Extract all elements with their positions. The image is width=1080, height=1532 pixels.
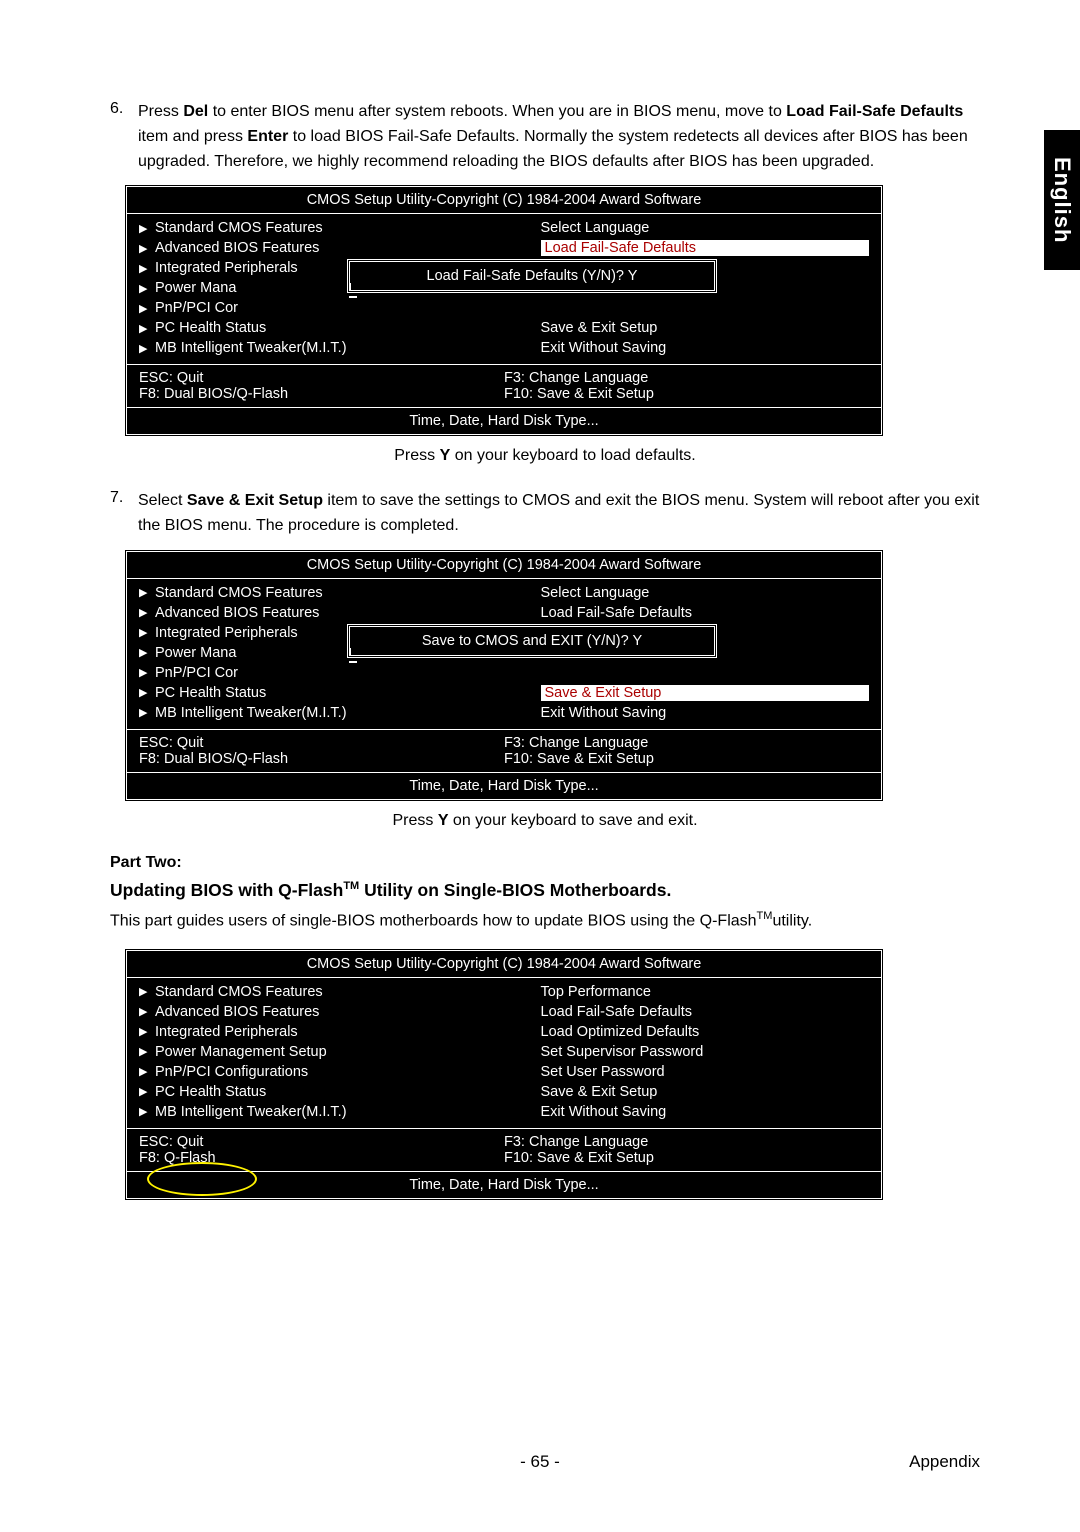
arrow-icon: ▶ [139, 302, 155, 315]
menu-item[interactable]: Advanced BIOS Features [155, 1004, 541, 1020]
bios-screen-3: CMOS Setup Utility-Copyright (C) 1984-20… [124, 948, 884, 1201]
bios-info: Time, Date, Hard Disk Type... [127, 407, 881, 434]
arrow-icon: ▶ [139, 242, 155, 255]
menu-item[interactable]: Exit Without Saving [541, 705, 870, 721]
key-hint: F3: Change Language [504, 735, 869, 751]
confirm-dialog[interactable]: Save to CMOS and EXIT (Y/N)? Y [347, 624, 717, 658]
menu-item[interactable]: MB Intelligent Tweaker(M.I.T.) [155, 340, 541, 356]
arrow-icon: ▶ [139, 1065, 155, 1078]
language-label: English [1049, 157, 1075, 243]
key-hint: F3: Change Language [504, 370, 869, 386]
menu-item[interactable]: Power Management Setup [155, 1044, 541, 1060]
menu-item[interactable]: PnP/PCI Configurations [155, 1064, 541, 1080]
arrow-icon: ▶ [139, 322, 155, 335]
arrow-icon: ▶ [139, 666, 155, 679]
menu-item[interactable]: MB Intelligent Tweaker(M.I.T.) [155, 1104, 541, 1120]
menu-item[interactable]: Advanced BIOS Features [155, 605, 541, 621]
arrow-icon: ▶ [139, 1005, 155, 1018]
language-tab: English [1044, 130, 1080, 270]
key-hint: F10: Save & Exit Setup [504, 1150, 869, 1166]
menu-item[interactable]: PC Health Status [155, 1084, 541, 1100]
bios-screen-1: CMOS Setup Utility-Copyright (C) 1984-20… [124, 184, 884, 437]
caption-2: Press Y on your keyboard to save and exi… [110, 812, 980, 830]
menu-item[interactable]: Standard CMOS Features [155, 984, 541, 1000]
arrow-icon: ▶ [139, 606, 155, 619]
key-hint: ESC: Quit [139, 735, 504, 751]
menu-item[interactable]: Standard CMOS Features [155, 585, 541, 601]
key-hint: F3: Change Language [504, 1134, 869, 1150]
arrow-icon: ▶ [139, 706, 155, 719]
menu-item[interactable]: Save & Exit Setup [541, 1084, 870, 1100]
arrow-icon: ▶ [139, 262, 155, 275]
menu-item[interactable]: Advanced BIOS Features [155, 240, 541, 256]
menu-item[interactable]: Load Fail-Safe Defaults [541, 1004, 870, 1020]
menu-item-selected[interactable]: Load Fail-Safe Defaults [541, 240, 870, 256]
menu-item[interactable]: PC Health Status [155, 320, 541, 336]
step-number-7: 7. [110, 489, 138, 539]
arrow-icon: ▶ [139, 646, 155, 659]
key-hint: F10: Save & Exit Setup [504, 751, 869, 767]
menu-item[interactable]: Top Performance [541, 984, 870, 1000]
arrow-icon: ▶ [139, 1025, 155, 1038]
menu-item[interactable]: Select Language [541, 585, 870, 601]
bios-title: CMOS Setup Utility-Copyright (C) 1984-20… [127, 951, 881, 977]
menu-item[interactable]: Save & Exit Setup [541, 320, 870, 336]
menu-item[interactable]: Select Language [541, 220, 870, 236]
arrow-icon: ▶ [139, 985, 155, 998]
caption-1: Press Y on your keyboard to load default… [110, 447, 980, 465]
bios-title: CMOS Setup Utility-Copyright (C) 1984-20… [127, 552, 881, 578]
menu-item[interactable]: Integrated Peripherals [155, 1024, 541, 1040]
menu-item[interactable]: Load Optimized Defaults [541, 1024, 870, 1040]
key-hint: F8: Dual BIOS/Q-Flash [139, 751, 504, 767]
confirm-dialog[interactable]: Load Fail-Safe Defaults (Y/N)? Y [347, 259, 717, 293]
arrow-icon: ▶ [139, 222, 155, 235]
arrow-icon: ▶ [139, 1085, 155, 1098]
menu-item[interactable]: Load Fail-Safe Defaults [541, 605, 870, 621]
highlight-oval [147, 1162, 257, 1196]
arrow-icon: ▶ [139, 342, 155, 355]
menu-item-selected[interactable]: Save & Exit Setup [541, 685, 870, 701]
key-hint: ESC: Quit [139, 1134, 504, 1150]
menu-item[interactable]: Standard CMOS Features [155, 220, 541, 236]
arrow-icon: ▶ [139, 686, 155, 699]
part-two-heading: Part Two: [110, 854, 980, 872]
menu-item[interactable]: Exit Without Saving [541, 1104, 870, 1120]
key-hint: F10: Save & Exit Setup [504, 386, 869, 402]
menu-item[interactable]: PC Health Status [155, 685, 541, 701]
key-hint: F8: Dual BIOS/Q-Flash [139, 386, 504, 402]
bios-screen-2: CMOS Setup Utility-Copyright (C) 1984-20… [124, 549, 884, 802]
part-two-subheading: Updating BIOS with Q-FlashTM Utility on … [110, 878, 980, 903]
menu-item[interactable]: MB Intelligent Tweaker(M.I.T.) [155, 705, 541, 721]
bios-title: CMOS Setup Utility-Copyright (C) 1984-20… [127, 187, 881, 213]
appendix-label: Appendix [909, 1452, 980, 1472]
step6-text: Press Del to enter BIOS menu after syste… [138, 100, 980, 174]
step7-text: Select Save & Exit Setup item to save th… [138, 489, 980, 539]
arrow-icon: ▶ [139, 1045, 155, 1058]
menu-item[interactable]: Set Supervisor Password [541, 1044, 870, 1060]
menu-item[interactable]: PnP/PCI Cor [155, 665, 541, 681]
arrow-icon: ▶ [139, 282, 155, 295]
bios-info: Time, Date, Hard Disk Type... [127, 772, 881, 799]
arrow-icon: ▶ [139, 626, 155, 639]
arrow-icon: ▶ [139, 586, 155, 599]
menu-item[interactable]: Exit Without Saving [541, 340, 870, 356]
arrow-icon: ▶ [139, 1105, 155, 1118]
menu-item[interactable]: Set User Password [541, 1064, 870, 1080]
menu-item[interactable]: PnP/PCI Cor [155, 300, 541, 316]
step-number-6: 6. [110, 100, 138, 174]
part-two-desc: This part guides users of single-BIOS mo… [110, 908, 980, 933]
key-hint: ESC: Quit [139, 370, 504, 386]
